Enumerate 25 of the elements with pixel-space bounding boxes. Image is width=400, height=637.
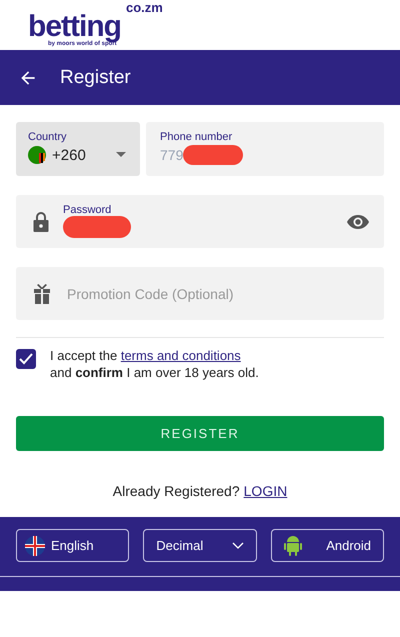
- logo-name: betting: [28, 14, 121, 40]
- flag-icon: [28, 146, 46, 164]
- odds-format-select[interactable]: Decimal: [143, 529, 257, 562]
- login-link[interactable]: LOGIN: [244, 483, 288, 499]
- gift-icon: [33, 284, 51, 304]
- android-app-button[interactable]: Android: [270, 529, 384, 562]
- promo-code-input[interactable]: Promotion Code (Optional): [65, 284, 369, 302]
- android-icon: [284, 534, 302, 556]
- eye-icon[interactable]: [347, 214, 369, 228]
- password-field[interactable]: Password: [16, 195, 384, 248]
- phone-field[interactable]: Phone number 779: [146, 122, 384, 176]
- login-prompt: Already Registered?: [112, 483, 240, 499]
- terms-text: and confirm I am over 18 years old.: [50, 364, 259, 381]
- flag-icon: [25, 536, 45, 556]
- lock-icon: [33, 212, 49, 232]
- page-title: Register: [60, 66, 131, 88]
- country-select[interactable]: Country +260: [16, 122, 140, 176]
- terms-link[interactable]: terms and conditions: [120, 348, 241, 363]
- terms-text: I accept the terms and conditions: [50, 347, 242, 364]
- logo-suffix: co.zm: [126, 2, 163, 14]
- caret-icon: [116, 152, 126, 158]
- language-button[interactable]: English: [16, 529, 130, 562]
- chevron-down-icon: [232, 542, 244, 550]
- promo-code-field[interactable]: Promotion Code (Optional): [16, 267, 384, 320]
- terms-checkbox[interactable]: [16, 349, 36, 369]
